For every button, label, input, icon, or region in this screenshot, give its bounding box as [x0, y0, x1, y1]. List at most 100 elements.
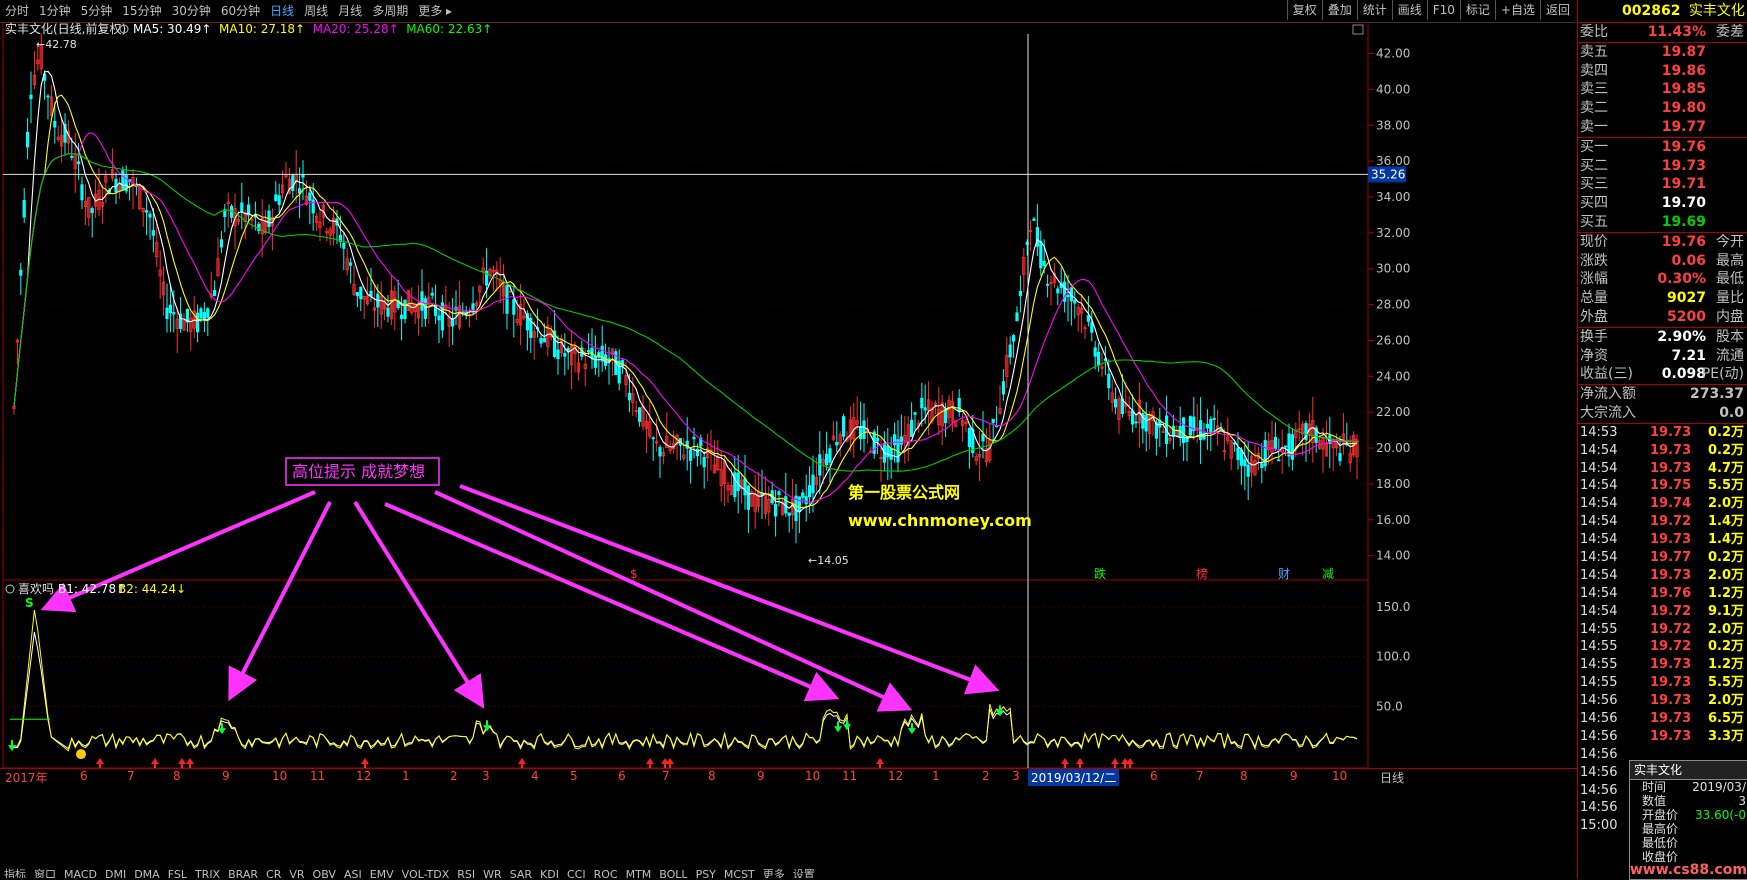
indicator-tab-19[interactable]: ROC	[590, 868, 622, 878]
period-tab-6[interactable]: 日线	[265, 0, 299, 22]
tick-volume: 5.5万	[1707, 478, 1744, 494]
sell-row-0: 卖五 19.87	[1578, 43, 1747, 62]
period-tab-3[interactable]: 15分钟	[117, 0, 166, 22]
candle-body	[604, 354, 608, 366]
indicator-tab-4[interactable]: DMA	[130, 868, 164, 878]
event-tag-1: 榜	[1196, 566, 1208, 581]
candle-body	[1015, 312, 1019, 322]
tick-time: 14:54	[1580, 460, 1618, 476]
candle-body	[1209, 418, 1213, 434]
candle-body	[1188, 416, 1192, 436]
tick-time: 14:54	[1580, 496, 1618, 512]
popup-key: 最低价	[1642, 836, 1679, 850]
candle-body	[25, 131, 30, 148]
period-tab-1[interactable]: 1分钟	[34, 0, 76, 22]
tool-button-3[interactable]: 画线	[1391, 0, 1427, 20]
price-axis-label: 16.00	[1376, 513, 1410, 527]
tool-button-6[interactable]: +自选	[1494, 0, 1540, 20]
indicator-tab-0[interactable]: 指标	[0, 868, 30, 878]
stat-row-4: 外盘 5200 内盘	[1578, 308, 1747, 327]
indicator-tab-13[interactable]: VOL-TDX	[398, 868, 454, 878]
indicator-tab-16[interactable]: SAR	[506, 868, 536, 878]
indicator-tab-14[interactable]: RSI	[453, 868, 479, 878]
indicator-settings-icon[interactable]	[5, 584, 15, 594]
indicator-tab-11[interactable]: ASI	[340, 868, 366, 878]
indicator-tab-18[interactable]: CCI	[563, 868, 590, 878]
indicator-tab-12[interactable]: EMV	[366, 868, 398, 878]
tool-button-0[interactable]: 复权	[1286, 0, 1322, 20]
tick-time: 14:54	[1580, 442, 1618, 458]
annotation-text: 高位提示 成就梦想	[292, 462, 425, 481]
tool-button-7[interactable]: 返回	[1539, 0, 1575, 20]
period-tab-7[interactable]: 周线	[299, 0, 333, 22]
month-label: 10	[1332, 769, 1348, 783]
candle-body	[471, 303, 475, 311]
indicator-tab-5[interactable]: FSL	[164, 868, 191, 878]
kline-chart[interactable]: S 35.26 42.00 40.00 38.00 36.00 34.00 32.00 30.…	[0, 22, 1577, 868]
candle-body	[787, 512, 791, 516]
period-tab-9[interactable]: 多周期	[367, 0, 413, 22]
tick-volume: 1.4万	[1707, 514, 1744, 530]
tool-button-5[interactable]: 标记	[1459, 0, 1495, 20]
stat-right-label: 最低	[1716, 271, 1744, 288]
indicator-tab-21[interactable]: BOLL	[655, 868, 691, 878]
indicator-tab-15[interactable]: WR	[479, 868, 506, 878]
indicator-tab-9[interactable]: VR	[285, 868, 308, 878]
price-axis-label: 38.00	[1376, 118, 1410, 132]
period-label[interactable]: 日线	[1380, 769, 1404, 786]
indicator-tab-1[interactable]: 窗口	[30, 868, 60, 878]
price-axis-label: 18.00	[1376, 477, 1410, 491]
period-tab-0[interactable]: 分时	[0, 0, 34, 22]
indicator-tab-10[interactable]: OBV	[309, 868, 340, 878]
tick-volume: 2.0万	[1707, 693, 1744, 709]
candle-body	[311, 199, 315, 214]
indicator-tab-7[interactable]: BRAR	[224, 868, 262, 878]
indicator-tab-24[interactable]: 更多	[759, 868, 789, 878]
indicator-tab-2[interactable]: MACD	[60, 868, 101, 878]
candle-body	[1093, 347, 1097, 357]
period-tab-4[interactable]: 30分钟	[167, 0, 216, 22]
month-label: 6	[618, 769, 626, 783]
candle-body	[1056, 288, 1060, 294]
tick-volume: 3.3万	[1707, 728, 1744, 744]
period-tab-8[interactable]: 月线	[333, 0, 367, 22]
candle-body	[689, 449, 693, 461]
candle-body	[70, 156, 74, 158]
stat-right-label: 今开	[1716, 233, 1744, 250]
tool-button-2[interactable]: 统计	[1356, 0, 1392, 20]
tool-button-4[interactable]: F10	[1426, 0, 1460, 20]
candle-body	[1263, 439, 1267, 467]
tick-row: 14:54 19.74 2.0万	[1578, 495, 1747, 513]
price-axis-label: 34.00	[1376, 190, 1410, 204]
buy-price: 19.69	[1661, 213, 1706, 230]
candle-body	[512, 299, 516, 315]
indicator-tab-strip: 指标 窗口 MACD DMI DMA FSL TRIX BRAR CR VR OBV ASI EMV VO…	[0, 866, 1500, 878]
pane-close-icon[interactable]	[1352, 24, 1364, 35]
tick-row: 14:54 19.73 0.2万	[1578, 442, 1747, 460]
indicator-tab-6[interactable]: TRIX	[191, 868, 224, 878]
candle-body	[212, 289, 217, 296]
indicator-tab-23[interactable]: MCST	[720, 868, 759, 878]
cursor-date-label: 2019/03/12/二	[1028, 769, 1120, 786]
indicator-tab-22[interactable]: PSY	[692, 868, 720, 878]
candle-body	[22, 200, 26, 218]
tool-button-1[interactable]: 叠加	[1321, 0, 1357, 20]
indicator-tab-8[interactable]: CR	[262, 868, 285, 878]
period-tab-5[interactable]: 60分钟	[216, 0, 265, 22]
period-tab-10[interactable]: 更多 ▸	[413, 0, 457, 22]
price-axis-label: 30.00	[1376, 262, 1410, 276]
indicator-tab-20[interactable]: MTM	[622, 868, 656, 878]
tick-price: 19.73	[1650, 728, 1692, 744]
indicator-tab-25[interactable]: 设置	[789, 868, 819, 878]
candle-body	[944, 409, 948, 424]
promo-line-1: 第一股票公式网	[848, 483, 960, 502]
indicator-tab-3[interactable]: DMI	[101, 868, 130, 878]
sell-orders: 卖五 19.87 卖四 19.86 卖三 19.85 卖二 19.80 卖一 19.77	[1578, 43, 1747, 137]
tick-row: 14:54 19.73 4.7万	[1578, 460, 1747, 478]
month-label: 6	[80, 769, 88, 783]
ma-legend-2: MA20: 25.28↑	[313, 22, 399, 36]
indicator-tab-17[interactable]: KDJ	[536, 868, 563, 878]
ma-legend-0: MA5: 30.49↑	[133, 22, 211, 36]
tick-volume: 1.4万	[1707, 532, 1744, 548]
period-tab-2[interactable]: 5分钟	[76, 0, 118, 22]
